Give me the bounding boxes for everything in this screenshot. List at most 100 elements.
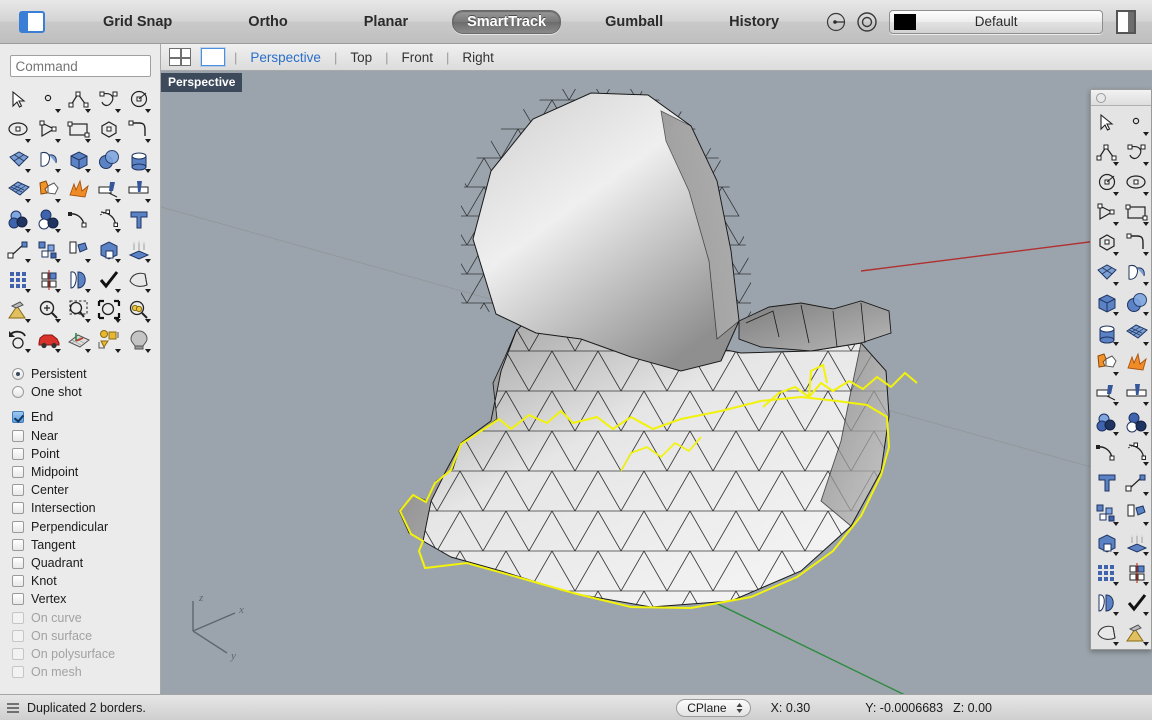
extrude-icon[interactable] (124, 235, 154, 265)
extrude-icon[interactable] (1092, 528, 1122, 558)
right-floating-palette[interactable] (1090, 89, 1152, 650)
rectangle-icon[interactable] (1122, 198, 1152, 228)
move-icon[interactable] (1122, 468, 1152, 498)
stepper-arrows-icon[interactable] (735, 701, 744, 715)
render-icon[interactable] (1092, 618, 1122, 648)
mesh-grid-icon[interactable] (4, 175, 34, 205)
point-icon[interactable] (34, 85, 64, 115)
move-icon[interactable] (4, 235, 34, 265)
rotate-icon[interactable] (64, 235, 94, 265)
osnap-item-knot[interactable]: Knot (12, 572, 160, 590)
scale-icon[interactable] (94, 235, 124, 265)
polygon-icon[interactable] (94, 115, 124, 145)
surface-from-points-icon[interactable] (4, 145, 34, 175)
sphere-icon[interactable] (94, 145, 124, 175)
osnap-item-perpendicular[interactable]: Perpendicular (12, 518, 160, 536)
split-icon[interactable] (1122, 378, 1152, 408)
osnap-item-intersection[interactable]: Intersection (12, 499, 160, 517)
fillet-curve-icon[interactable] (1122, 228, 1152, 258)
curve-icon[interactable] (1122, 138, 1152, 168)
command-input[interactable] (10, 55, 151, 77)
cplane-icon[interactable] (64, 325, 94, 355)
right-panel-toggle-icon[interactable] (1116, 10, 1136, 34)
sphere-icon[interactable] (1122, 288, 1152, 318)
osnap-mode-persistent[interactable]: Persistent (12, 365, 160, 383)
radio-one-shot-icon[interactable] (12, 386, 24, 398)
arc-icon[interactable] (34, 115, 64, 145)
text-icon[interactable] (1092, 468, 1122, 498)
undo-view-icon[interactable] (4, 325, 34, 355)
palette-titlebar[interactable] (1091, 90, 1151, 106)
tab-perspective[interactable]: Perspective (246, 50, 325, 65)
rectangle-icon[interactable] (64, 115, 94, 145)
circle-icon[interactable] (124, 85, 154, 115)
toolbar-button-gumball[interactable]: Gumball (593, 10, 675, 34)
mesh-protrusion[interactable] (739, 301, 891, 351)
copy-icon[interactable] (34, 235, 64, 265)
tab-top[interactable]: Top (346, 50, 376, 65)
boolean-difference-icon[interactable] (1122, 408, 1152, 438)
ellipse-icon[interactable] (1122, 168, 1152, 198)
car-icon[interactable] (34, 325, 64, 355)
point-icon[interactable] (1122, 108, 1152, 138)
sidebar-toggle-icon[interactable] (19, 11, 45, 33)
surface-from-points-icon[interactable] (1092, 258, 1122, 288)
offset-curve-icon[interactable] (64, 205, 94, 235)
mesh-grid-icon[interactable] (1122, 318, 1152, 348)
copy-icon[interactable] (1092, 498, 1122, 528)
check-icon[interactable] (1122, 588, 1152, 618)
osnap-mode-one-shot[interactable]: One shot (12, 383, 160, 401)
sweep-surface-icon[interactable] (1122, 258, 1152, 288)
split-icon[interactable] (124, 175, 154, 205)
cylinder-icon[interactable] (124, 145, 154, 175)
osnap-target-icon[interactable] (823, 9, 849, 35)
single-view-layout-icon[interactable] (201, 48, 225, 66)
checkbox-perpendicular-icon[interactable] (12, 521, 24, 533)
zoom-selected-icon[interactable] (124, 295, 154, 325)
unroll-icon[interactable] (1092, 588, 1122, 618)
hamburger-menu-icon[interactable] (6, 701, 20, 715)
tab-front[interactable]: Front (398, 50, 438, 65)
perspective-viewport[interactable]: Perspective (161, 71, 1152, 694)
polygon-icon[interactable] (1092, 228, 1122, 258)
checkbox-point-icon[interactable] (12, 448, 24, 460)
unroll-icon[interactable] (64, 265, 94, 295)
circle-icon[interactable] (1092, 168, 1122, 198)
checkbox-knot-icon[interactable] (12, 575, 24, 587)
arc-icon[interactable] (1092, 198, 1122, 228)
four-view-layout-icon[interactable] (169, 48, 191, 66)
osnap-item-near[interactable]: Near (12, 427, 160, 445)
boolean-union-icon[interactable] (4, 205, 34, 235)
zoom-in-icon[interactable] (34, 295, 64, 325)
viewport-3d-scene[interactable]: z x y (161, 71, 1152, 694)
offset-curve-icon[interactable] (1092, 438, 1122, 468)
sweep-surface-icon[interactable] (34, 145, 64, 175)
ellipse-icon[interactable] (4, 115, 34, 145)
toolbar-button-history[interactable]: History (717, 10, 791, 34)
layer-selector[interactable]: Default (889, 10, 1103, 34)
layout-objects-icon[interactable] (94, 325, 124, 355)
boolean-union-icon[interactable] (1092, 408, 1122, 438)
box-icon[interactable] (64, 145, 94, 175)
checkbox-midpoint-icon[interactable] (12, 466, 24, 478)
osnap-item-end[interactable]: End (12, 408, 160, 426)
mirror-icon[interactable] (34, 265, 64, 295)
mirror-icon[interactable] (1122, 558, 1152, 588)
text-icon[interactable] (124, 205, 154, 235)
osnap-item-vertex[interactable]: Vertex (12, 590, 160, 608)
cap-icon[interactable] (124, 265, 154, 295)
boolean-difference-icon[interactable] (34, 205, 64, 235)
checkbox-vertex-icon[interactable] (12, 593, 24, 605)
viewport-title-label[interactable]: Perspective (161, 73, 242, 92)
checkbox-quadrant-icon[interactable] (12, 557, 24, 569)
polyline-icon[interactable] (64, 85, 94, 115)
rotate-icon[interactable] (1122, 498, 1152, 528)
join-puzzle-icon[interactable] (34, 175, 64, 205)
fillet-surface-icon[interactable] (1122, 438, 1152, 468)
toolbar-button-grid-snap[interactable]: Grid Snap (91, 10, 184, 34)
curve-icon[interactable] (94, 85, 124, 115)
osnap-item-tangent[interactable]: Tangent (12, 536, 160, 554)
polyline-icon[interactable] (1092, 138, 1122, 168)
select-arrow-icon[interactable] (4, 85, 34, 115)
toolbar-button-ortho[interactable]: Ortho (236, 10, 299, 34)
